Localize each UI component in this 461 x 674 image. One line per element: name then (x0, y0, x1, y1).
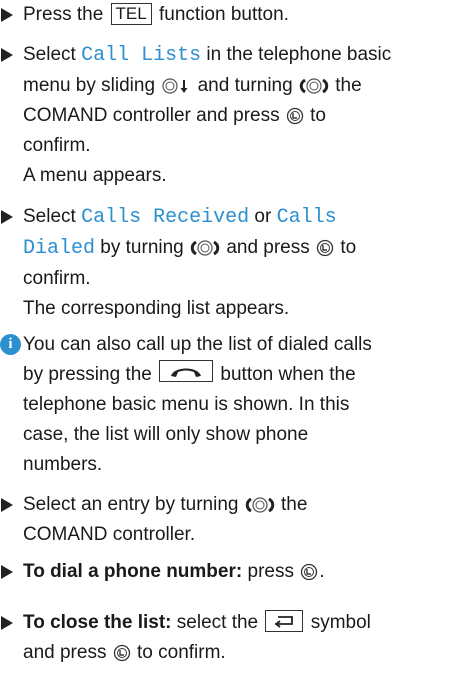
step-text: press (247, 561, 294, 582)
triangle-bullet-icon (1, 565, 13, 579)
step-text: Press the (23, 4, 104, 25)
step-result: A menu appears. (23, 165, 167, 186)
note-text: by pressing the (23, 364, 152, 385)
step-text: Select (23, 206, 76, 227)
note-text: button when the (220, 364, 356, 385)
triangle-bullet-icon (1, 498, 13, 512)
controller-turn-icon (245, 496, 274, 514)
note-text: case, the list will only show phone (23, 424, 309, 445)
step-text: symbol (310, 612, 371, 633)
step-text: in the telephone basic (206, 44, 392, 65)
phone-handset-icon (159, 360, 214, 382)
note-text: telephone basic menu is shown. In this (23, 394, 350, 415)
step-text: the (281, 494, 308, 515)
triangle-bullet-icon (1, 48, 13, 62)
controller-press-icon (316, 239, 334, 257)
step-text: Select (23, 44, 76, 65)
controller-turn-icon (299, 77, 329, 95)
step-heading: To close the list: (23, 612, 172, 633)
step-text: select the (176, 612, 259, 633)
step-text: or (254, 206, 272, 227)
note-text: numbers. (23, 454, 103, 475)
tel-key-label: TEL (110, 3, 152, 25)
step-text: and press (226, 237, 310, 258)
step-text: to confirm. (137, 642, 226, 663)
info-icon: i (0, 334, 21, 355)
controller-press-icon (301, 563, 318, 581)
controller-turn-icon (190, 239, 220, 257)
menu-item-calls-received: Calls Received (81, 206, 250, 229)
step-text: by turning (100, 237, 184, 258)
step-text: to (340, 237, 357, 258)
step-text: menu by sliding (23, 75, 156, 96)
note-text: You can also call up the list of dialed … (23, 334, 372, 355)
step-text: and turning (197, 75, 293, 96)
step-text: confirm. (23, 135, 91, 156)
step-text: Select an entry by turning (23, 494, 239, 515)
controller-slide-down-icon (162, 78, 189, 94)
menu-item-calls-dialed: Calls (276, 206, 337, 229)
controller-press-icon (113, 644, 130, 662)
menu-item-call-lists: Call Lists (81, 44, 202, 67)
triangle-bullet-icon (1, 616, 13, 630)
step-text: to (310, 105, 327, 126)
period: . (319, 561, 325, 582)
step-text: function button. (159, 4, 289, 25)
controller-press-icon (286, 107, 304, 125)
triangle-bullet-icon (1, 8, 13, 22)
back-arrow-icon (265, 610, 304, 632)
step-heading: To dial a phone number: (23, 561, 243, 582)
step-text: and press (23, 642, 107, 663)
triangle-bullet-icon (1, 210, 13, 224)
step-result: The corresponding list appears. (23, 298, 290, 319)
step-text: the (335, 75, 362, 96)
step-text: confirm. (23, 268, 91, 289)
step-text: COMAND controller and press (23, 105, 280, 126)
menu-item-calls-dialed: Dialed (23, 237, 96, 260)
step-text: COMAND controller. (23, 524, 196, 545)
